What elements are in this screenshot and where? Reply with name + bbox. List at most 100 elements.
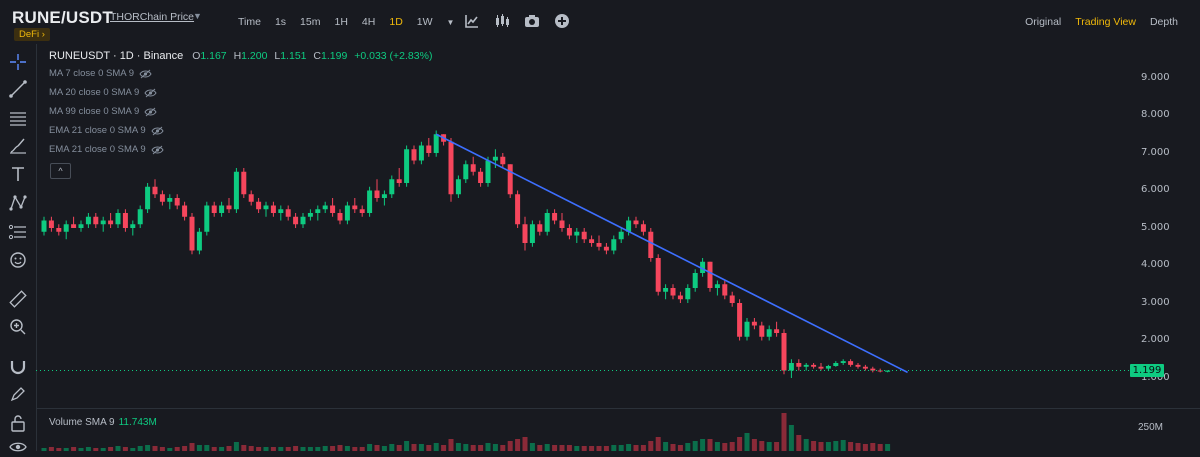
volume-bar xyxy=(818,442,824,451)
candle-body xyxy=(433,134,439,153)
candle-body xyxy=(478,171,484,183)
indicator-label: EMA 21 close 0 SMA 9 xyxy=(49,144,146,155)
eye-hidden-icon[interactable] xyxy=(144,88,157,98)
category-badge[interactable]: DeFi › xyxy=(14,28,50,41)
text-tool-icon[interactable] xyxy=(8,164,28,184)
volume-bar xyxy=(618,445,624,451)
candle-body xyxy=(344,205,350,221)
candle-body xyxy=(359,209,365,213)
magnet-icon[interactable] xyxy=(8,356,28,376)
eye-hidden-icon[interactable] xyxy=(151,126,164,136)
candlestick-chart[interactable] xyxy=(36,44,1130,408)
volume-bar xyxy=(270,447,276,451)
volume-bar xyxy=(108,447,114,451)
volume-bar xyxy=(589,446,595,451)
fib-lines-icon[interactable] xyxy=(8,222,28,242)
volume-bar xyxy=(219,447,225,451)
indicators-icon[interactable] xyxy=(464,13,480,29)
interval-15m[interactable]: 15m xyxy=(300,16,320,28)
volume-bar xyxy=(766,442,772,451)
volume-bar xyxy=(700,439,706,451)
view-depth[interactable]: Depth xyxy=(1150,16,1178,28)
drawing-toolbar xyxy=(0,44,37,452)
candle-body xyxy=(455,179,461,195)
badge-label: DeFi xyxy=(19,29,40,40)
candle-body xyxy=(603,246,609,251)
interval-1h[interactable]: 1H xyxy=(334,16,347,28)
volume-bar xyxy=(544,444,550,451)
indicator-ema21-b[interactable]: EMA 21 close 0 SMA 9 xyxy=(49,144,164,155)
add-icon[interactable] xyxy=(554,13,570,29)
volume-bar xyxy=(71,447,77,451)
ruler-icon[interactable] xyxy=(8,289,28,309)
price-axis[interactable] xyxy=(1130,44,1200,451)
interval-more-chevron-icon[interactable]: ▼ xyxy=(447,18,455,27)
close-value: 1.199 xyxy=(321,50,348,62)
eye-hidden-icon[interactable] xyxy=(151,145,164,155)
indicator-ema21-a[interactable]: EMA 21 close 0 SMA 9 xyxy=(49,125,164,136)
candle-body xyxy=(618,231,624,240)
candle-body xyxy=(219,205,225,213)
candle-body xyxy=(544,213,550,232)
volume-bar xyxy=(774,442,780,451)
candle-style-icon[interactable] xyxy=(494,13,510,29)
volume-bar xyxy=(448,439,454,451)
interval-4h[interactable]: 4H xyxy=(362,16,375,28)
volume-bar xyxy=(211,447,217,451)
volume-bar xyxy=(537,445,543,451)
eye-icon[interactable] xyxy=(8,437,28,457)
interval-time[interactable]: Time xyxy=(238,16,261,28)
candle-body xyxy=(122,213,128,228)
low-value: 1.151 xyxy=(280,50,307,62)
brush-icon[interactable] xyxy=(8,136,28,156)
collapse-indicators-icon[interactable]: ^ xyxy=(50,163,71,179)
interval-1w[interactable]: 1W xyxy=(417,16,433,28)
candle-body xyxy=(270,205,276,213)
candle-body xyxy=(670,288,676,296)
candle-body xyxy=(803,364,809,367)
volume-bar xyxy=(285,447,291,451)
eye-hidden-icon[interactable] xyxy=(139,69,152,79)
candle-body xyxy=(196,231,202,251)
volume-bar xyxy=(174,447,180,451)
candle-body xyxy=(685,288,691,300)
interval-1d[interactable]: 1D xyxy=(389,16,402,28)
indicator-ma7[interactable]: MA 7 close 0 SMA 9 xyxy=(49,68,152,79)
zoom-in-icon[interactable] xyxy=(8,317,28,337)
unlock-icon[interactable] xyxy=(8,413,28,433)
volume-bar xyxy=(581,446,587,451)
candle-body xyxy=(500,156,506,165)
horizontal-lines-icon[interactable] xyxy=(8,108,28,128)
volume-bar xyxy=(115,446,121,451)
indicator-label: MA 20 close 0 SMA 9 xyxy=(49,87,140,98)
volume-bar xyxy=(455,443,461,451)
indicator-ma20[interactable]: MA 20 close 0 SMA 9 xyxy=(49,87,157,98)
camera-icon[interactable] xyxy=(524,13,540,29)
eye-hidden-icon[interactable] xyxy=(144,107,157,117)
candle-body xyxy=(833,363,839,366)
chevron-down-icon[interactable]: ▼ xyxy=(193,11,202,21)
pattern-icon[interactable] xyxy=(8,193,28,213)
candle-body xyxy=(596,243,602,247)
pencil-lock-icon[interactable] xyxy=(8,384,28,404)
pair-title[interactable]: RUNE/USDT xyxy=(12,8,113,28)
indicator-ma99[interactable]: MA 99 close 0 SMA 9 xyxy=(49,106,157,117)
smiley-icon[interactable] xyxy=(8,250,28,270)
candle-body xyxy=(485,160,491,183)
trend-line-icon[interactable] xyxy=(8,79,28,99)
source-link[interactable]: THORChain Price xyxy=(110,11,194,23)
crosshair-icon[interactable] xyxy=(8,52,28,72)
interval-1s[interactable]: 1s xyxy=(275,16,286,28)
volume-bar xyxy=(840,440,846,451)
view-original[interactable]: Original xyxy=(1025,16,1061,28)
candle-body xyxy=(159,194,165,202)
view-trading-view[interactable]: Trading View xyxy=(1075,16,1136,28)
volume-bar xyxy=(870,443,876,451)
candle-body xyxy=(781,333,787,371)
volume-bar xyxy=(381,446,387,451)
volume-bar xyxy=(655,437,661,451)
ohlc-legend: RUNEUSDT · 1D · Binance O1.167 H1.200 L1… xyxy=(49,50,436,62)
trend-line xyxy=(435,133,908,374)
volume-bar xyxy=(492,444,498,451)
y-tick: 8.000 xyxy=(1141,109,1170,120)
